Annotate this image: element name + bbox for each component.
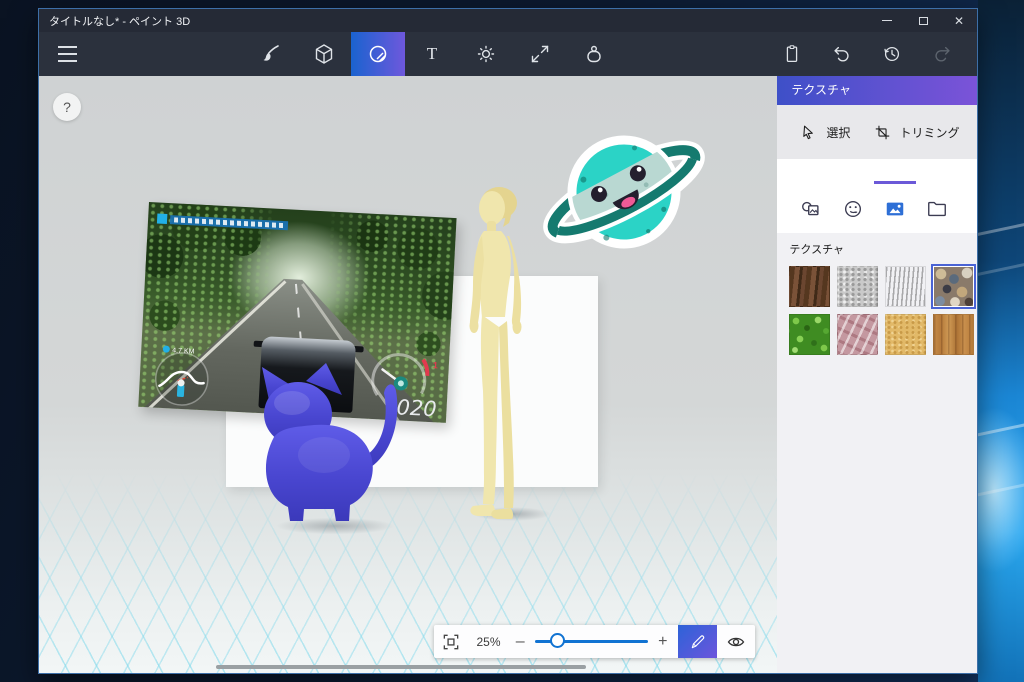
hud-banner-icon xyxy=(157,213,168,224)
3d-library-tool-button[interactable] xyxy=(567,32,621,76)
effects-tool-button[interactable] xyxy=(459,32,513,76)
zoom-toolbar: 25% – + xyxy=(434,625,755,658)
redo-button[interactable] xyxy=(917,32,967,76)
window-title: タイトルなし* - ペイント 3D xyxy=(39,13,869,29)
close-button[interactable]: ✕ xyxy=(941,9,977,32)
paste-button[interactable] xyxy=(767,32,817,76)
clipboard-icon xyxy=(781,43,803,65)
workspace: 4.7 KM 1 020 xyxy=(39,76,977,673)
texture-section: テクスチャ xyxy=(777,233,977,673)
texture-swatch-wood[interactable] xyxy=(933,314,974,355)
help-button[interactable]: ? xyxy=(53,93,81,121)
redo-icon xyxy=(931,43,953,65)
menu-button[interactable] xyxy=(58,46,77,62)
select-button[interactable]: 選択 xyxy=(801,124,850,141)
view-mode-button[interactable] xyxy=(717,632,755,652)
tab-textures[interactable] xyxy=(874,181,916,233)
panel-title: テクスチャ xyxy=(777,76,977,105)
cube-icon xyxy=(312,42,336,66)
pencil-icon xyxy=(689,633,707,651)
emoji-sticker-icon xyxy=(842,198,864,220)
side-panel: テクスチャ 選択 xyxy=(777,76,977,673)
window-controls: ✕ xyxy=(869,9,977,32)
folder-icon xyxy=(926,198,948,220)
crop-icon xyxy=(874,124,891,141)
tool-group: T xyxy=(243,32,621,76)
desktop-wallpaper: タイトルなし* - ペイント 3D ✕ xyxy=(0,0,1024,682)
texture-swatch-bark[interactable] xyxy=(789,266,830,307)
undo-icon xyxy=(831,43,853,65)
sticker-icon xyxy=(366,42,390,66)
stickers-tool-button[interactable] xyxy=(351,32,405,76)
select-label: 選択 xyxy=(826,124,850,141)
undo-button[interactable] xyxy=(817,32,867,76)
texture-image-icon xyxy=(884,198,906,220)
texture-swatch-hair[interactable] xyxy=(885,266,926,307)
tab-stickers[interactable] xyxy=(790,181,832,233)
shapes-sticker-icon xyxy=(800,198,822,220)
3d-library-icon xyxy=(582,42,606,66)
fit-to-view-button[interactable] xyxy=(434,632,468,652)
paint3d-window: タイトルなし* - ペイント 3D ✕ xyxy=(38,8,978,674)
maximize-button[interactable] xyxy=(905,9,941,32)
canvas-tool-button[interactable] xyxy=(513,32,567,76)
titlebar[interactable]: タイトルなし* - ペイント 3D ✕ xyxy=(39,9,977,32)
fit-view-icon xyxy=(441,632,461,652)
cat-3d-model[interactable] xyxy=(246,359,421,527)
person-3d-model[interactable] xyxy=(451,176,546,521)
planet-sticker[interactable] xyxy=(539,102,709,282)
maximize-icon xyxy=(919,17,928,25)
expand-icon xyxy=(528,42,552,66)
texture-swatch-pink-marble[interactable] xyxy=(837,314,878,355)
texture-swatch-sand[interactable] xyxy=(885,314,926,355)
text-icon: T xyxy=(427,44,437,64)
eye-icon xyxy=(726,632,746,652)
hud-redline: 1 xyxy=(433,360,439,370)
action-group xyxy=(767,32,967,76)
tab-emoji[interactable] xyxy=(832,181,874,233)
texture-swatch-leaves[interactable] xyxy=(789,314,830,355)
horizontal-scrollbar[interactable] xyxy=(216,665,586,669)
tab-open-file[interactable] xyxy=(916,181,958,233)
hud-minimap: 4.7 KM xyxy=(146,339,221,409)
brush-tool-button[interactable] xyxy=(243,32,297,76)
zoom-out-button[interactable]: – xyxy=(509,633,531,651)
minimize-button[interactable] xyxy=(869,9,905,32)
zoom-in-button[interactable]: + xyxy=(652,633,674,651)
texture-grid xyxy=(789,266,977,355)
cursor-icon xyxy=(801,124,818,141)
sun-icon xyxy=(474,42,498,66)
3d-shapes-tool-button[interactable] xyxy=(297,32,351,76)
zoom-slider[interactable] xyxy=(531,625,652,658)
texture-swatch-pebbles[interactable] xyxy=(933,266,974,307)
crop-label: トリミング xyxy=(899,124,959,141)
scene-viewport[interactable]: 4.7 KM 1 020 xyxy=(39,76,777,673)
history-clock-icon xyxy=(881,43,903,65)
texture-section-label: テクスチャ xyxy=(789,241,977,257)
texture-swatch-granite[interactable] xyxy=(837,266,878,307)
history-button[interactable] xyxy=(867,32,917,76)
hud-distance: 4.7 KM xyxy=(172,347,195,355)
panel-tabs xyxy=(777,159,977,233)
draw-mode-button[interactable] xyxy=(678,625,718,658)
panel-subbar: 選択 トリミング xyxy=(777,105,977,159)
text-tool-button[interactable]: T xyxy=(405,32,459,76)
brush-icon xyxy=(258,42,282,66)
toolbar: T xyxy=(39,32,977,76)
minimize-icon xyxy=(882,20,892,22)
crop-button[interactable]: トリミング xyxy=(874,124,959,141)
zoom-slider-thumb[interactable] xyxy=(550,633,565,648)
zoom-value: 25% xyxy=(468,635,510,649)
